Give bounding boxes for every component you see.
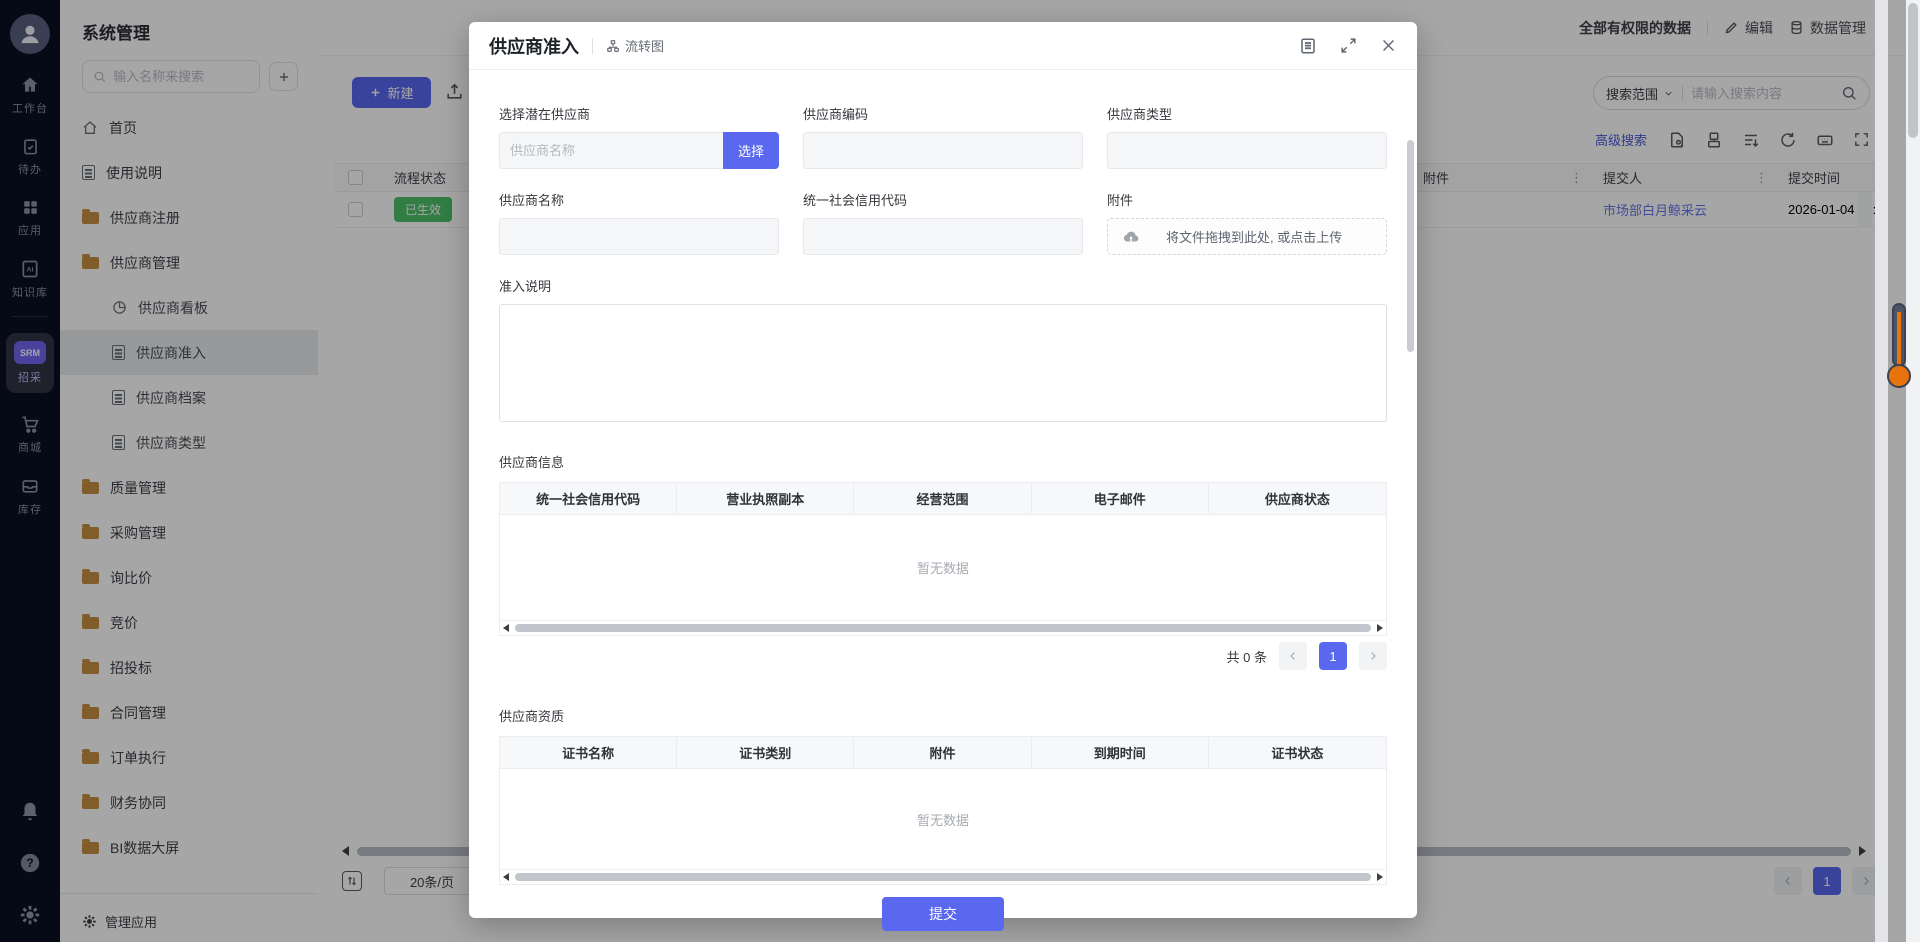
supplier-type-input[interactable] [1107, 132, 1387, 169]
field-supplier-type: 供应商类型 [1107, 104, 1387, 169]
modal-scrollbar-thumb[interactable] [1407, 140, 1414, 352]
qualification-table: 证书名称 证书类别 附件 到期时间 证书状态 暂无数据 [499, 736, 1387, 885]
empty-state-text: 暂无数据 [500, 769, 1386, 869]
file-upload-dropzone[interactable]: 将文件拖拽到此处, 或点击上传 [1107, 218, 1387, 255]
content-scrollbar-track[interactable] [1875, 0, 1888, 942]
cloud-upload-icon [1122, 228, 1140, 246]
info-table-scrollbar [500, 620, 1386, 635]
supplier-admission-modal: 供应商准入 流转图 选择潜在供应商 选择 [469, 22, 1417, 918]
col-cert-category: 证书类别 [677, 737, 854, 768]
col-business-scope: 经营范围 [854, 483, 1031, 514]
admission-note-label: 准入说明 [499, 276, 1387, 295]
current-page-button[interactable]: 1 [1319, 642, 1347, 670]
app-screen: 工作台 待办 应用 AI 知识库 SRM 招采 商城 库存 [0, 0, 1920, 942]
next-page-button[interactable] [1359, 642, 1387, 670]
flow-chart-link[interactable]: 流转图 [606, 36, 664, 55]
modal-body: 选择潜在供应商 选择 供应商编码 供应商类型 供应商名称 [469, 70, 1417, 917]
total-count: 共 0 条 [1227, 647, 1267, 666]
modal-title: 供应商准入 [489, 33, 579, 59]
empty-state-text: 暂无数据 [500, 515, 1386, 620]
col-credit-code: 统一社会信用代码 [500, 483, 677, 514]
admission-note-input[interactable] [499, 304, 1387, 422]
qualification-title: 供应商资质 [499, 706, 1387, 725]
supplier-name-input[interactable] [499, 218, 779, 255]
modal-header: 供应商准入 流转图 [469, 22, 1417, 70]
admission-form: 选择潜在供应商 选择 供应商编码 供应商类型 供应商名称 [499, 104, 1387, 255]
col-business-license: 营业执照副本 [677, 483, 854, 514]
col-expiry-date: 到期时间 [1032, 737, 1209, 768]
col-cert-status: 证书状态 [1209, 737, 1386, 768]
thermometer-widget-icon[interactable] [1886, 300, 1912, 401]
submit-button[interactable]: 提交 [882, 897, 1004, 931]
scroll-left-arrow[interactable] [503, 624, 509, 632]
scroll-right-arrow[interactable] [1377, 873, 1383, 881]
col-cert-name: 证书名称 [500, 737, 677, 768]
expand-icon[interactable] [1340, 37, 1357, 54]
select-supplier-button[interactable]: 选择 [723, 132, 779, 169]
scroll-right-arrow[interactable] [1377, 624, 1383, 632]
document-log-icon[interactable] [1299, 37, 1317, 55]
close-icon[interactable] [1380, 37, 1397, 54]
field-supplier-code: 供应商编码 [803, 104, 1083, 169]
scrollbar-thumb[interactable] [515, 624, 1371, 632]
scrollbar-thumb[interactable] [515, 873, 1371, 881]
col-cert-attachment: 附件 [854, 737, 1031, 768]
qualification-table-scrollbar [500, 869, 1386, 884]
supplier-info-title: 供应商信息 [499, 452, 1387, 471]
field-supplier-name: 供应商名称 [499, 190, 779, 255]
page-scrollbar-thumb[interactable] [1908, 3, 1918, 138]
page-scrollbar-track[interactable] [1906, 0, 1920, 942]
supplier-info-pagination: 共 0 条 1 [499, 636, 1387, 676]
credit-code-input[interactable] [803, 218, 1083, 255]
field-attachment: 附件 将文件拖拽到此处, 或点击上传 [1107, 190, 1387, 255]
prev-page-button[interactable] [1279, 642, 1307, 670]
col-supplier-status: 供应商状态 [1209, 483, 1386, 514]
field-credit-code: 统一社会信用代码 [803, 190, 1083, 255]
supplier-code-input[interactable] [803, 132, 1083, 169]
col-email: 电子邮件 [1032, 483, 1209, 514]
potential-supplier-input[interactable] [499, 132, 723, 169]
scroll-left-arrow[interactable] [503, 873, 509, 881]
field-potential-supplier: 选择潜在供应商 选择 [499, 104, 779, 169]
supplier-info-table: 统一社会信用代码 营业执照副本 经营范围 电子邮件 供应商状态 暂无数据 [499, 482, 1387, 636]
flow-chart-icon [606, 39, 620, 53]
